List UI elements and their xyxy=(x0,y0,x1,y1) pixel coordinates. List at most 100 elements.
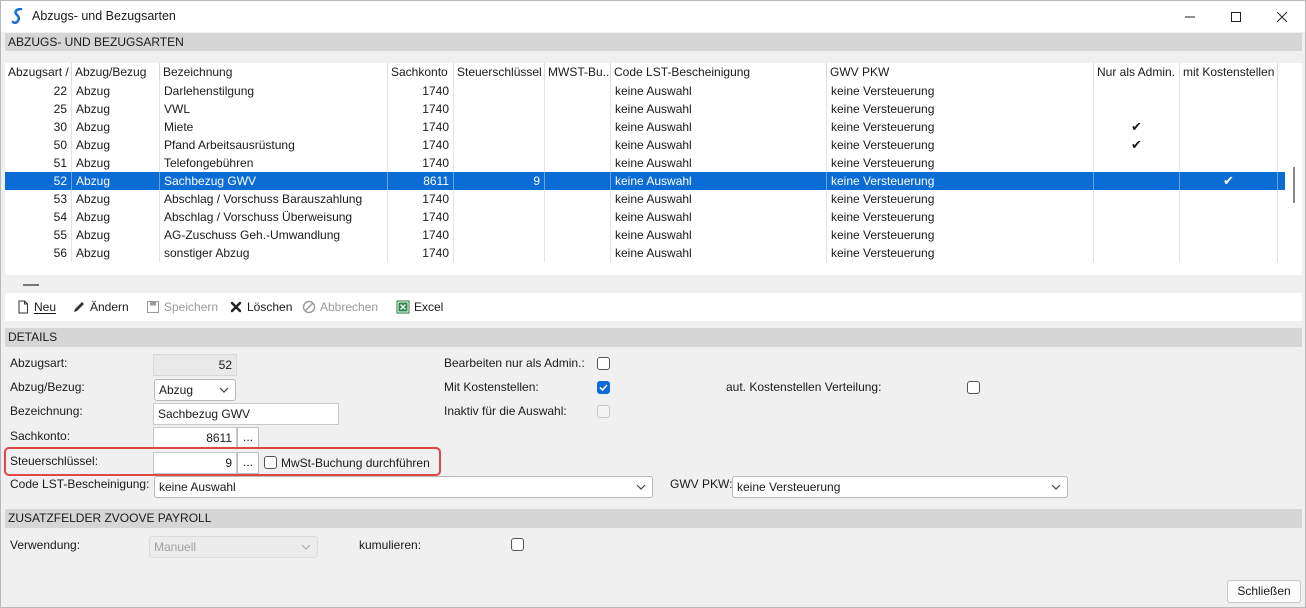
checkmark-icon: ✔ xyxy=(1131,137,1142,152)
maximize-button[interactable] xyxy=(1213,1,1259,32)
close-button[interactable]: Schließen xyxy=(1227,580,1301,603)
table-cell-code: keine Auswahl xyxy=(611,82,827,100)
cancel-button-label: Abbrechen xyxy=(320,300,379,314)
steuerschluessel-lookup-button[interactable]: ... xyxy=(237,452,259,474)
verwendung-select[interactable]: Manuell xyxy=(149,536,318,558)
column-header-mwst[interactable]: MWST-Bu... xyxy=(545,63,611,82)
abzug-bezug-select-value: Abzug xyxy=(159,383,194,397)
column-header-gwv-pkw[interactable]: GWV PKW xyxy=(827,63,1094,82)
column-header-abzugsart[interactable]: Abzugsart / xyxy=(5,63,72,82)
table-cell-konto: 1740 xyxy=(388,136,454,154)
column-header-bezeichnung[interactable]: Bezeichnung xyxy=(160,63,388,82)
abzug-bezug-select[interactable]: Abzug xyxy=(154,379,236,401)
abzugsart-field[interactable]: 52 xyxy=(153,354,237,376)
table-cell-art: 51 xyxy=(5,154,72,172)
code-lst-select[interactable]: keine Auswahl xyxy=(154,476,653,498)
save-button[interactable]: Speichern xyxy=(146,298,218,316)
gwv-pkw-select[interactable]: keine Versteuerung xyxy=(732,476,1068,498)
minimize-icon xyxy=(1185,16,1195,17)
table-cell-kst xyxy=(1180,208,1278,226)
table-cell-steuer xyxy=(454,118,545,136)
table-cell-gwv: keine Versteuerung xyxy=(827,244,1094,262)
column-header-steuerschluessel[interactable]: Steuerschlüssel xyxy=(454,63,545,82)
table-cell-bez: Pfand Arbeitsausrüstung xyxy=(160,136,388,154)
table-cell-konto: 1740 xyxy=(388,100,454,118)
table-cell-typ: Abzug xyxy=(72,136,160,154)
aut-kostenstellen-checkbox[interactable] xyxy=(967,381,980,394)
close-window-button[interactable] xyxy=(1259,1,1305,32)
table-cell-konto: 1740 xyxy=(388,118,454,136)
admin-label: Bearbeiten nur als Admin.: xyxy=(444,356,585,370)
kumulieren-checkbox[interactable] xyxy=(511,538,524,551)
splitter-handle[interactable] xyxy=(23,284,39,286)
table-row[interactable]: 22 Abzug Darlehenstilgung 1740 keine Auswahl… xyxy=(5,82,1285,100)
table-row[interactable]: 25 Abzug VWL 1740 keine Auswahl keine Versteu… xyxy=(5,100,1285,118)
table-cell-kst xyxy=(1180,226,1278,244)
scrollbar-thumb[interactable] xyxy=(1293,167,1295,203)
column-header-abzug-bezug[interactable]: Abzug/Bezug xyxy=(72,63,160,82)
table-cell-typ: Abzug xyxy=(72,226,160,244)
table-cell-art: 22 xyxy=(5,82,72,100)
table-cell-mwst xyxy=(545,172,611,190)
inaktiv-label: Inaktiv für die Auswahl: xyxy=(444,404,567,418)
extra-section-header: ZUSATZFELDER ZVOOVE PAYROLL xyxy=(5,509,1302,528)
delete-button[interactable]: Löschen xyxy=(229,298,292,316)
table-cell-steuer xyxy=(454,100,545,118)
column-header-kostenstellen[interactable]: mit Kostenstellen xyxy=(1180,63,1278,82)
excel-icon xyxy=(396,300,410,314)
excel-button[interactable]: Excel xyxy=(396,298,443,316)
table-cell-konto: 1740 xyxy=(388,82,454,100)
aut-kostenstellen-label: aut. Kostenstellen Verteilung: xyxy=(726,380,882,394)
table-row[interactable]: 55 Abzug AG-Zuschuss Geh.-Umwandlung 1740 ke… xyxy=(5,226,1285,244)
minimize-button[interactable] xyxy=(1167,1,1213,32)
table-cell-mwst xyxy=(545,118,611,136)
mwst-buchung-checkbox[interactable] xyxy=(264,456,277,469)
table-cell-art: 54 xyxy=(5,208,72,226)
table-cell-admin xyxy=(1094,172,1180,190)
verwendung-select-value: Manuell xyxy=(154,540,197,554)
new-button[interactable]: Neu xyxy=(16,298,56,316)
kostenstellen-label: Mit Kostenstellen: xyxy=(444,380,539,394)
table-cell-steuer: 9 xyxy=(454,172,545,190)
table-row[interactable]: 52 Abzug Sachbezug GWV 8611 9 keine Auswahl ke… xyxy=(5,172,1285,190)
table-row[interactable]: 50 Abzug Pfand Arbeitsausrüstung 1740 keine … xyxy=(5,136,1285,154)
table-cell-konto: 1740 xyxy=(388,226,454,244)
sachkonto-lookup-button[interactable]: ... xyxy=(237,427,259,449)
window-title: Abzugs- und Bezugsarten xyxy=(32,9,176,23)
kostenstellen-checkbox[interactable] xyxy=(597,381,610,394)
table-row[interactable]: 30 Abzug Miete 1740 keine Auswahl keine Verst… xyxy=(5,118,1285,136)
bezeichnung-label: Bezeichnung: xyxy=(10,404,83,418)
column-header-sachkonto[interactable]: Sachkonto xyxy=(388,63,454,82)
steuerschluessel-field[interactable]: 9 xyxy=(153,452,237,474)
table-cell-art: 55 xyxy=(5,226,72,244)
bezeichnung-field[interactable]: Sachbezug GWV xyxy=(153,403,339,425)
edit-button[interactable]: Ändern xyxy=(72,298,129,316)
abzugsarten-table: Abzugsart / Abzug/Bezug Bezeichnung Sach… xyxy=(5,63,1285,263)
table-row[interactable]: 51 Abzug Telefongebühren 1740 keine Auswahl k… xyxy=(5,154,1285,172)
admin-checkbox[interactable] xyxy=(597,357,610,370)
table-cell-gwv: keine Versteuerung xyxy=(827,136,1094,154)
column-header-nur-admin[interactable]: Nur als Admin. xyxy=(1094,63,1180,82)
table-cell-gwv: keine Versteuerung xyxy=(827,154,1094,172)
inaktiv-checkbox[interactable] xyxy=(597,405,610,418)
table-cell-admin xyxy=(1094,208,1180,226)
abzug-bezug-label: Abzug/Bezug: xyxy=(10,380,85,394)
table-cell-code: keine Auswahl xyxy=(611,118,827,136)
title-bar: Abzugs- und Bezugsarten xyxy=(1,1,1305,32)
table-cell-admin xyxy=(1094,100,1180,118)
table-cell-code: keine Auswahl xyxy=(611,244,827,262)
table-cell-konto: 1740 xyxy=(388,208,454,226)
column-header-code-lst[interactable]: Code LST-Bescheinigung xyxy=(611,63,827,82)
table-cell-code: keine Auswahl xyxy=(611,208,827,226)
table-row[interactable]: 56 Abzug sonstiger Abzug 1740 keine Auswahl k… xyxy=(5,244,1285,262)
checkmark-icon: ✔ xyxy=(1131,119,1142,134)
sachkonto-field[interactable]: 8611 xyxy=(153,427,237,449)
table-row[interactable]: 54 Abzug Abschlag / Vorschuss Überweisung 1… xyxy=(5,208,1285,226)
table-row[interactable]: 53 Abzug Abschlag / Vorschuss Barauszahlun… xyxy=(5,190,1285,208)
cancel-button[interactable]: Abbrechen xyxy=(302,298,378,316)
table-cell-typ: Abzug xyxy=(72,82,160,100)
table-cell-code: keine Auswahl xyxy=(611,226,827,244)
edit-button-label: Ändern xyxy=(90,300,129,314)
new-document-icon xyxy=(18,300,28,314)
table-cell-typ: Abzug xyxy=(72,154,160,172)
